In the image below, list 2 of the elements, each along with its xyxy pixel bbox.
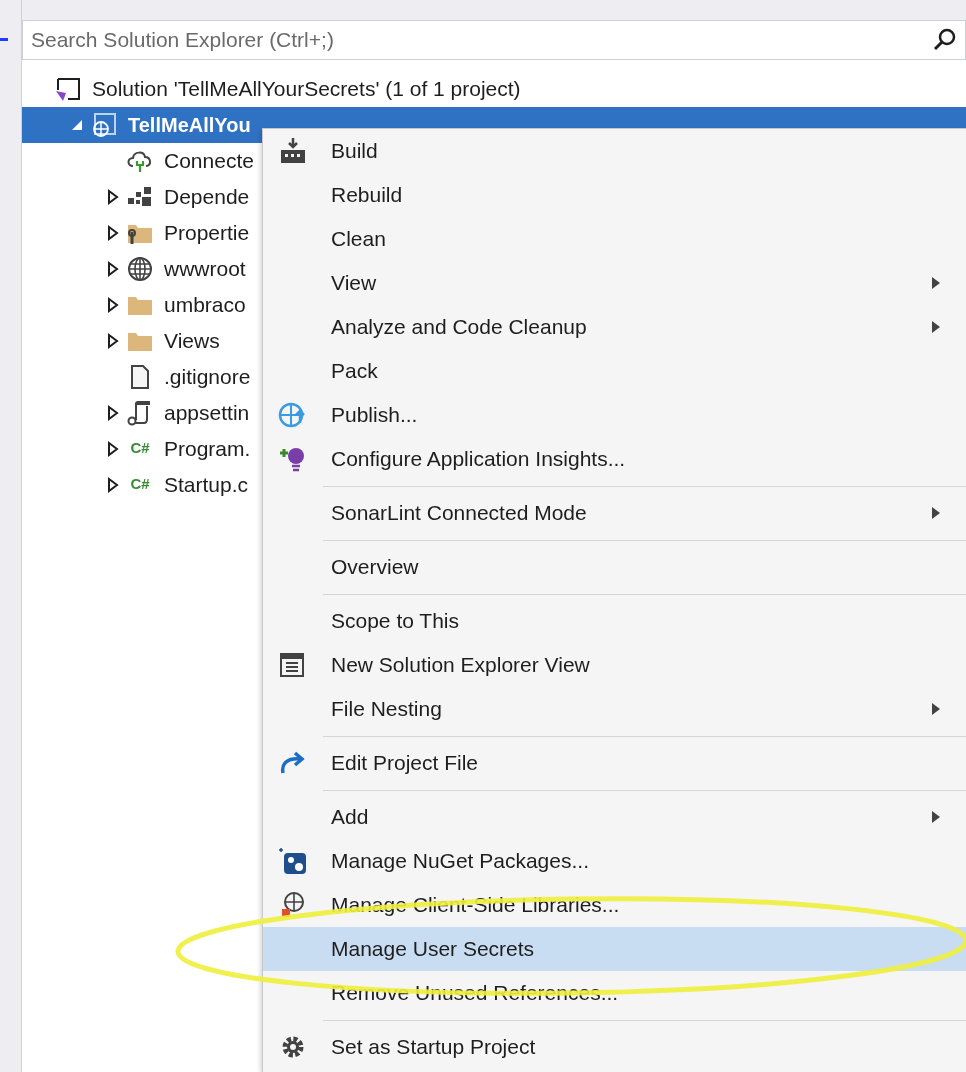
csharp-file-icon: C# <box>130 473 150 496</box>
csharp-file-icon: C# <box>130 437 150 460</box>
